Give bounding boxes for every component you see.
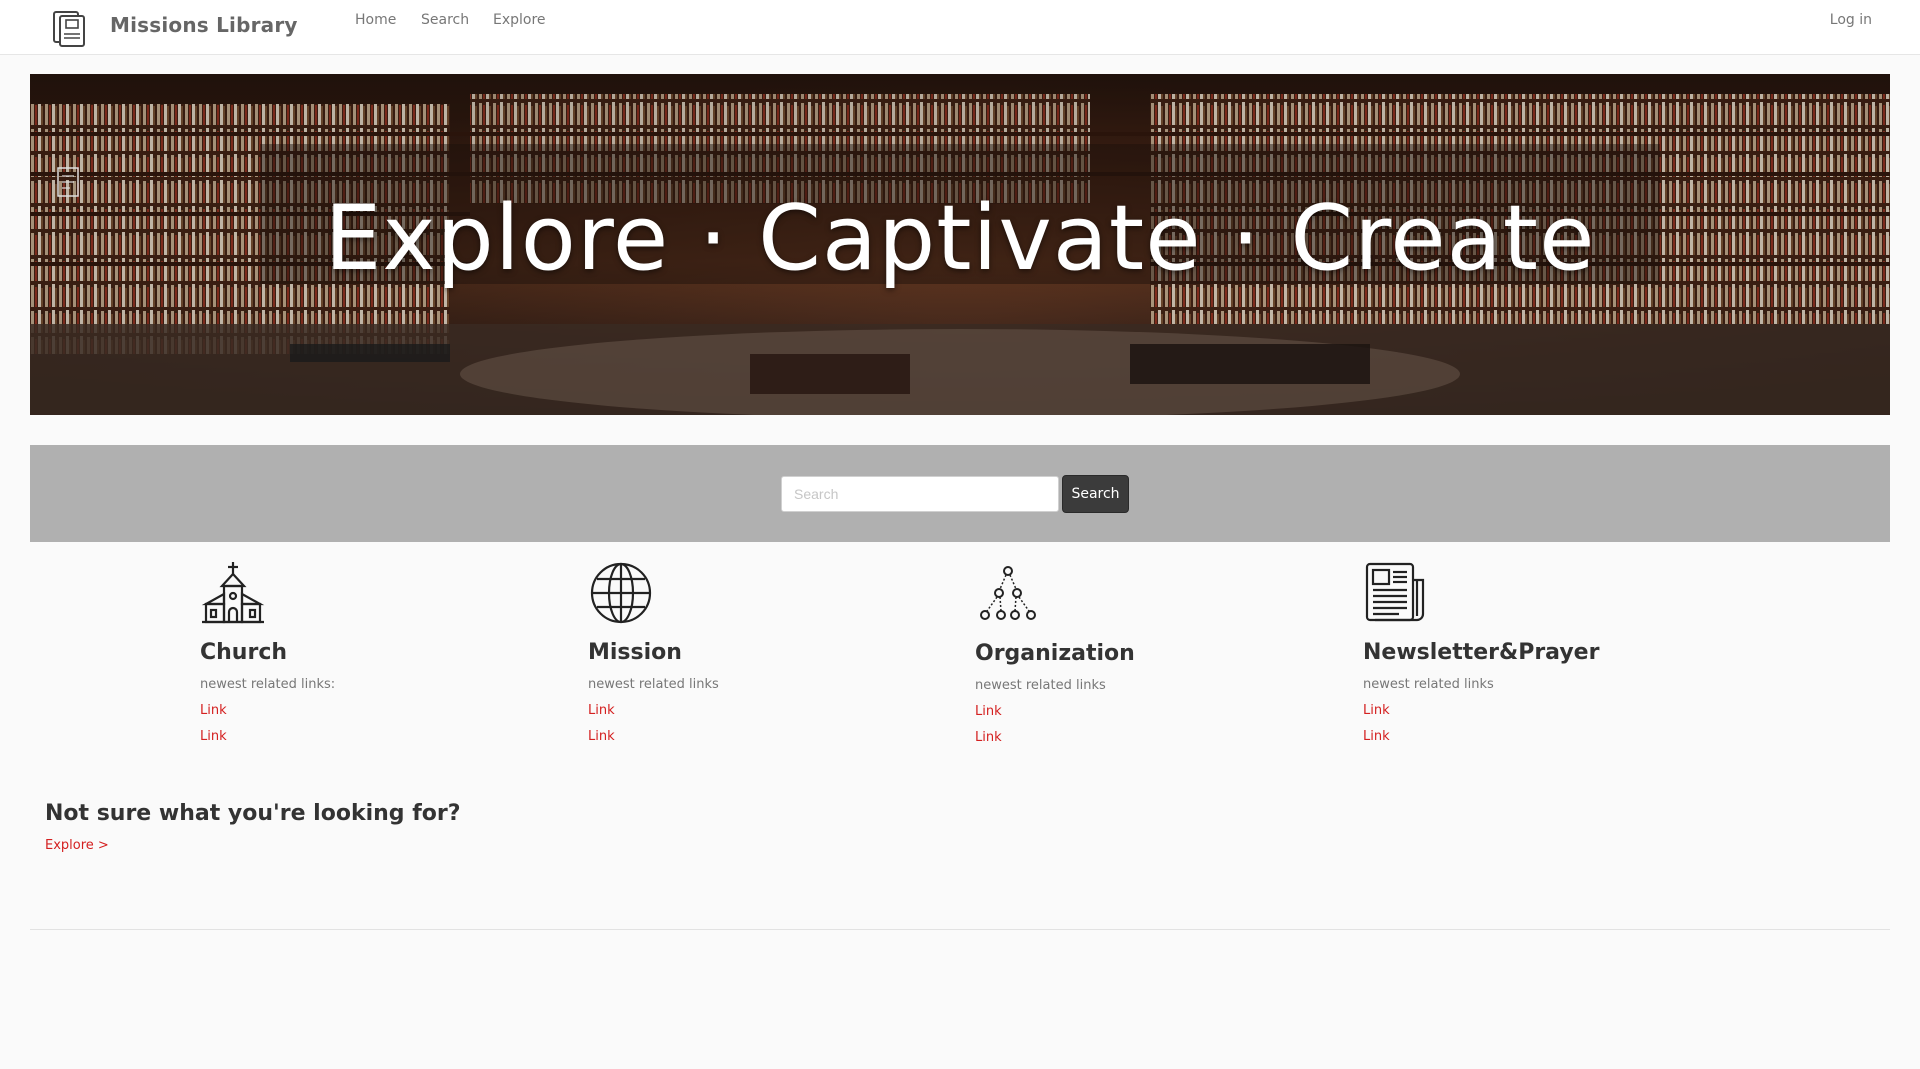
search-band: Search xyxy=(30,445,1890,542)
category-subtitle: newest related links: xyxy=(200,677,336,692)
category-subtitle: newest related links xyxy=(975,678,1106,693)
category-organization: Organization newest related links Link L… xyxy=(975,561,1295,745)
category-link[interactable]: Link xyxy=(975,704,1295,719)
search-button[interactable]: Search xyxy=(1062,475,1129,513)
globe-icon[interactable] xyxy=(588,560,654,626)
login-link[interactable]: Log in xyxy=(1830,12,1872,28)
category-link[interactable]: Link xyxy=(200,729,520,744)
category-newsletter-prayer: Newsletter&Prayer newest related links L… xyxy=(1363,560,1683,744)
category-link[interactable]: Link xyxy=(1363,729,1683,744)
hierarchy-icon[interactable] xyxy=(975,561,1041,627)
category-church: Church newest related links: Link Link xyxy=(200,560,520,744)
brand-name[interactable]: Missions Library xyxy=(110,13,298,37)
category-subtitle: newest related links xyxy=(1363,677,1494,692)
category-link[interactable]: Link xyxy=(975,730,1295,745)
category-mission: Mission newest related links Link Link xyxy=(588,560,908,744)
footer-divider xyxy=(30,929,1890,930)
category-link[interactable]: Link xyxy=(588,703,908,718)
category-link[interactable]: Link xyxy=(1363,703,1683,718)
nav-search[interactable]: Search xyxy=(421,12,469,28)
category-link[interactable]: Link xyxy=(588,729,908,744)
nav-home[interactable]: Home xyxy=(355,12,396,28)
explore-link[interactable]: Explore > xyxy=(45,838,109,853)
category-link[interactable]: Link xyxy=(200,703,520,718)
category-subtitle: newest related links xyxy=(588,677,719,692)
top-navbar: Missions Library Home Search Explore Log… xyxy=(0,0,1920,55)
category-title: Church xyxy=(200,640,288,665)
category-title: Mission xyxy=(588,640,682,665)
hero-banner: Explore · Captivate · Create xyxy=(30,74,1890,415)
hero-tagline: Explore · Captivate · Create xyxy=(324,186,1596,291)
library-logo-icon[interactable] xyxy=(50,8,90,48)
nav-explore[interactable]: Explore xyxy=(493,12,546,28)
explore-heading: Not sure what you're looking for? xyxy=(45,801,461,826)
search-input[interactable] xyxy=(781,476,1059,512)
category-title: Newsletter&Prayer xyxy=(1363,640,1600,665)
newspaper-icon[interactable] xyxy=(1363,560,1429,626)
category-title: Organization xyxy=(975,641,1135,666)
church-icon[interactable] xyxy=(200,560,266,626)
